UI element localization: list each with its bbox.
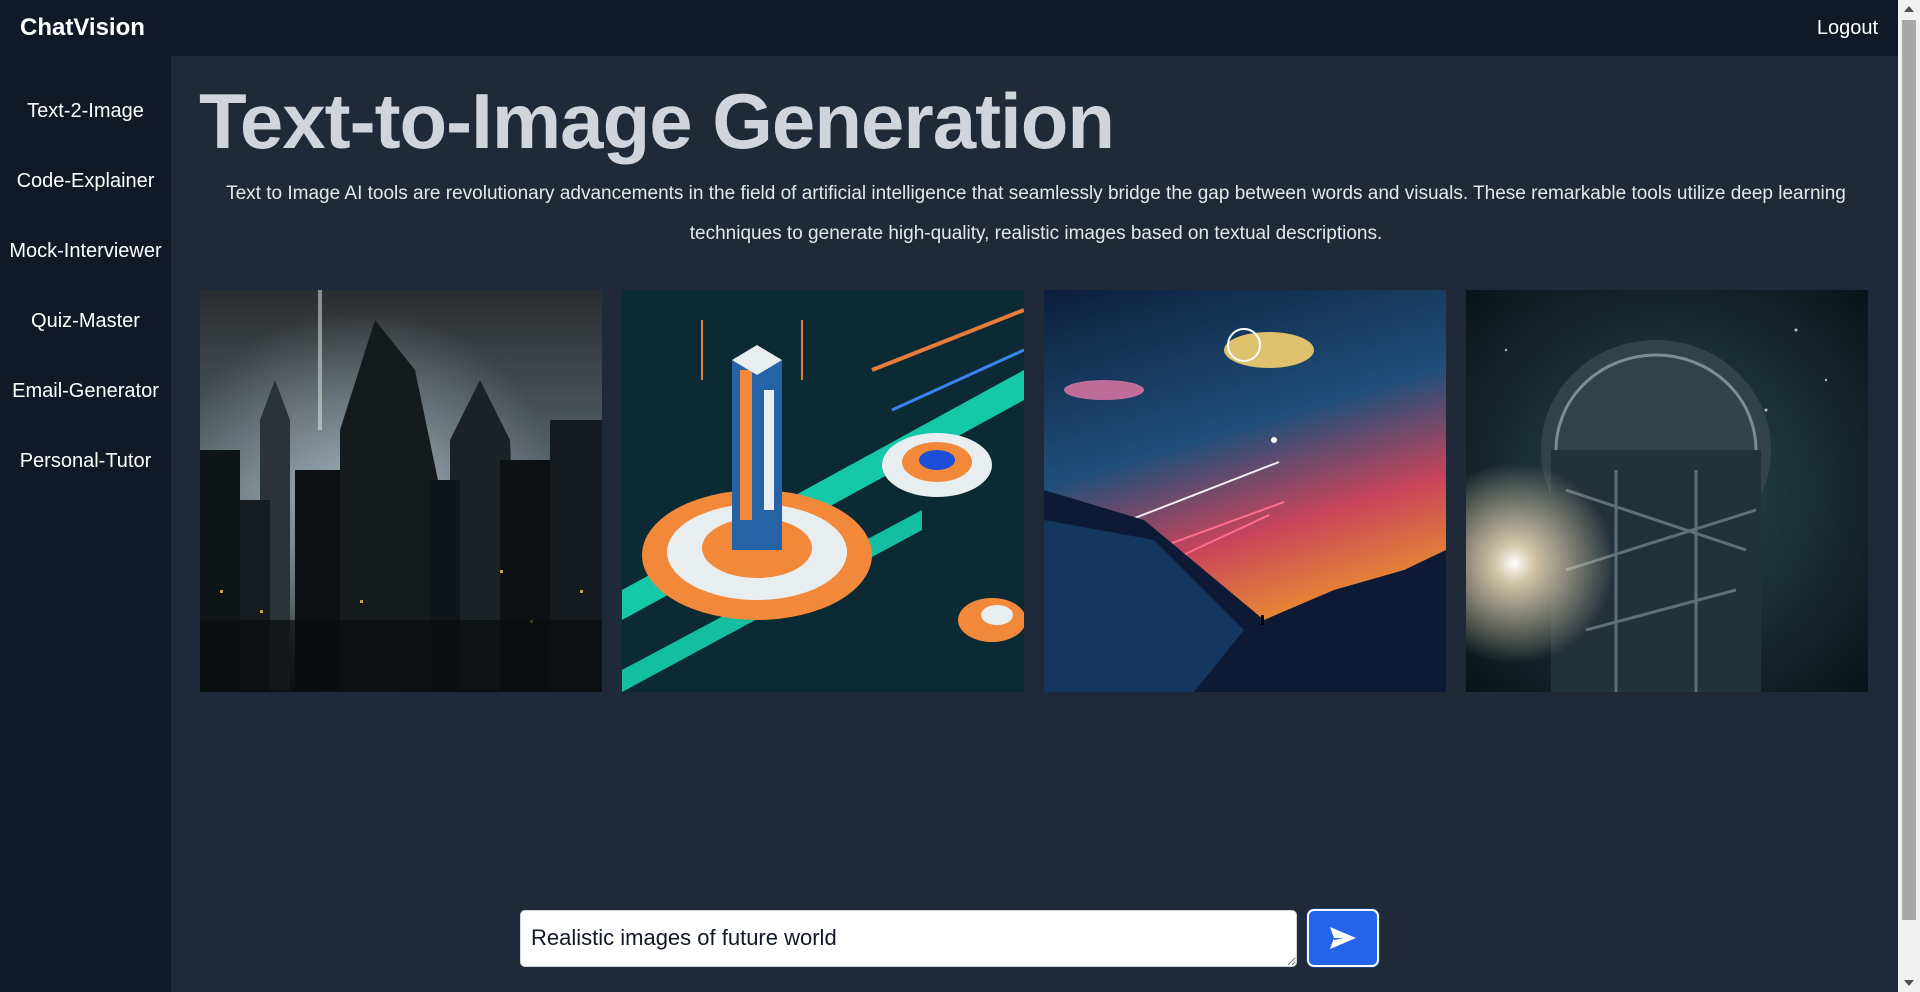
prompt-bar bbox=[520, 908, 1380, 968]
generated-image-sunset[interactable] bbox=[1044, 290, 1446, 692]
sidebar-item-mock-interviewer[interactable]: Mock-Interviewer bbox=[0, 216, 171, 286]
sidebar-list: Text-2-Image Code-Explainer Mock-Intervi… bbox=[0, 56, 171, 496]
brand-logo[interactable]: ChatVision bbox=[20, 14, 145, 42]
sidebar-item-code-explainer[interactable]: Code-Explainer bbox=[0, 146, 171, 216]
isometric-tower-image bbox=[622, 290, 1024, 692]
sunset-shooting-stars-image bbox=[1044, 290, 1446, 692]
scroll-thumb[interactable] bbox=[1902, 20, 1916, 920]
scroll-down-arrow-icon[interactable] bbox=[1904, 980, 1914, 986]
logout-button[interactable]: Logout bbox=[1817, 17, 1878, 40]
top-nav: ChatVision Logout bbox=[0, 0, 1898, 56]
sidebar-item-quiz-master[interactable]: Quiz-Master bbox=[0, 286, 171, 356]
send-button[interactable] bbox=[1307, 909, 1379, 967]
city-skyline-image bbox=[200, 290, 602, 692]
page-title: Text-to-Image Generation bbox=[199, 77, 1115, 165]
send-icon bbox=[1330, 927, 1356, 949]
image-gallery bbox=[200, 290, 1871, 692]
sidebar: Text-2-Image Code-Explainer Mock-Intervi… bbox=[0, 56, 171, 992]
scroll-up-arrow-icon[interactable] bbox=[1904, 6, 1914, 12]
page-description: Text to Image AI tools are revolutionary… bbox=[226, 183, 1846, 244]
vertical-scrollbar[interactable] bbox=[1898, 0, 1920, 992]
generated-image-sphere[interactable] bbox=[1466, 290, 1868, 692]
generated-image-isometric[interactable] bbox=[622, 290, 1024, 692]
generated-image-city[interactable] bbox=[200, 290, 602, 692]
prompt-input[interactable] bbox=[520, 909, 1297, 967]
main-content: Text-to-Image Generation Text to Image A… bbox=[171, 56, 1898, 992]
sidebar-item-text-2-image[interactable]: Text-2-Image bbox=[0, 76, 171, 146]
sidebar-item-personal-tutor[interactable]: Personal-Tutor bbox=[0, 426, 171, 496]
sphere-structure-image bbox=[1466, 290, 1868, 692]
sidebar-item-email-generator[interactable]: Email-Generator bbox=[0, 356, 171, 426]
